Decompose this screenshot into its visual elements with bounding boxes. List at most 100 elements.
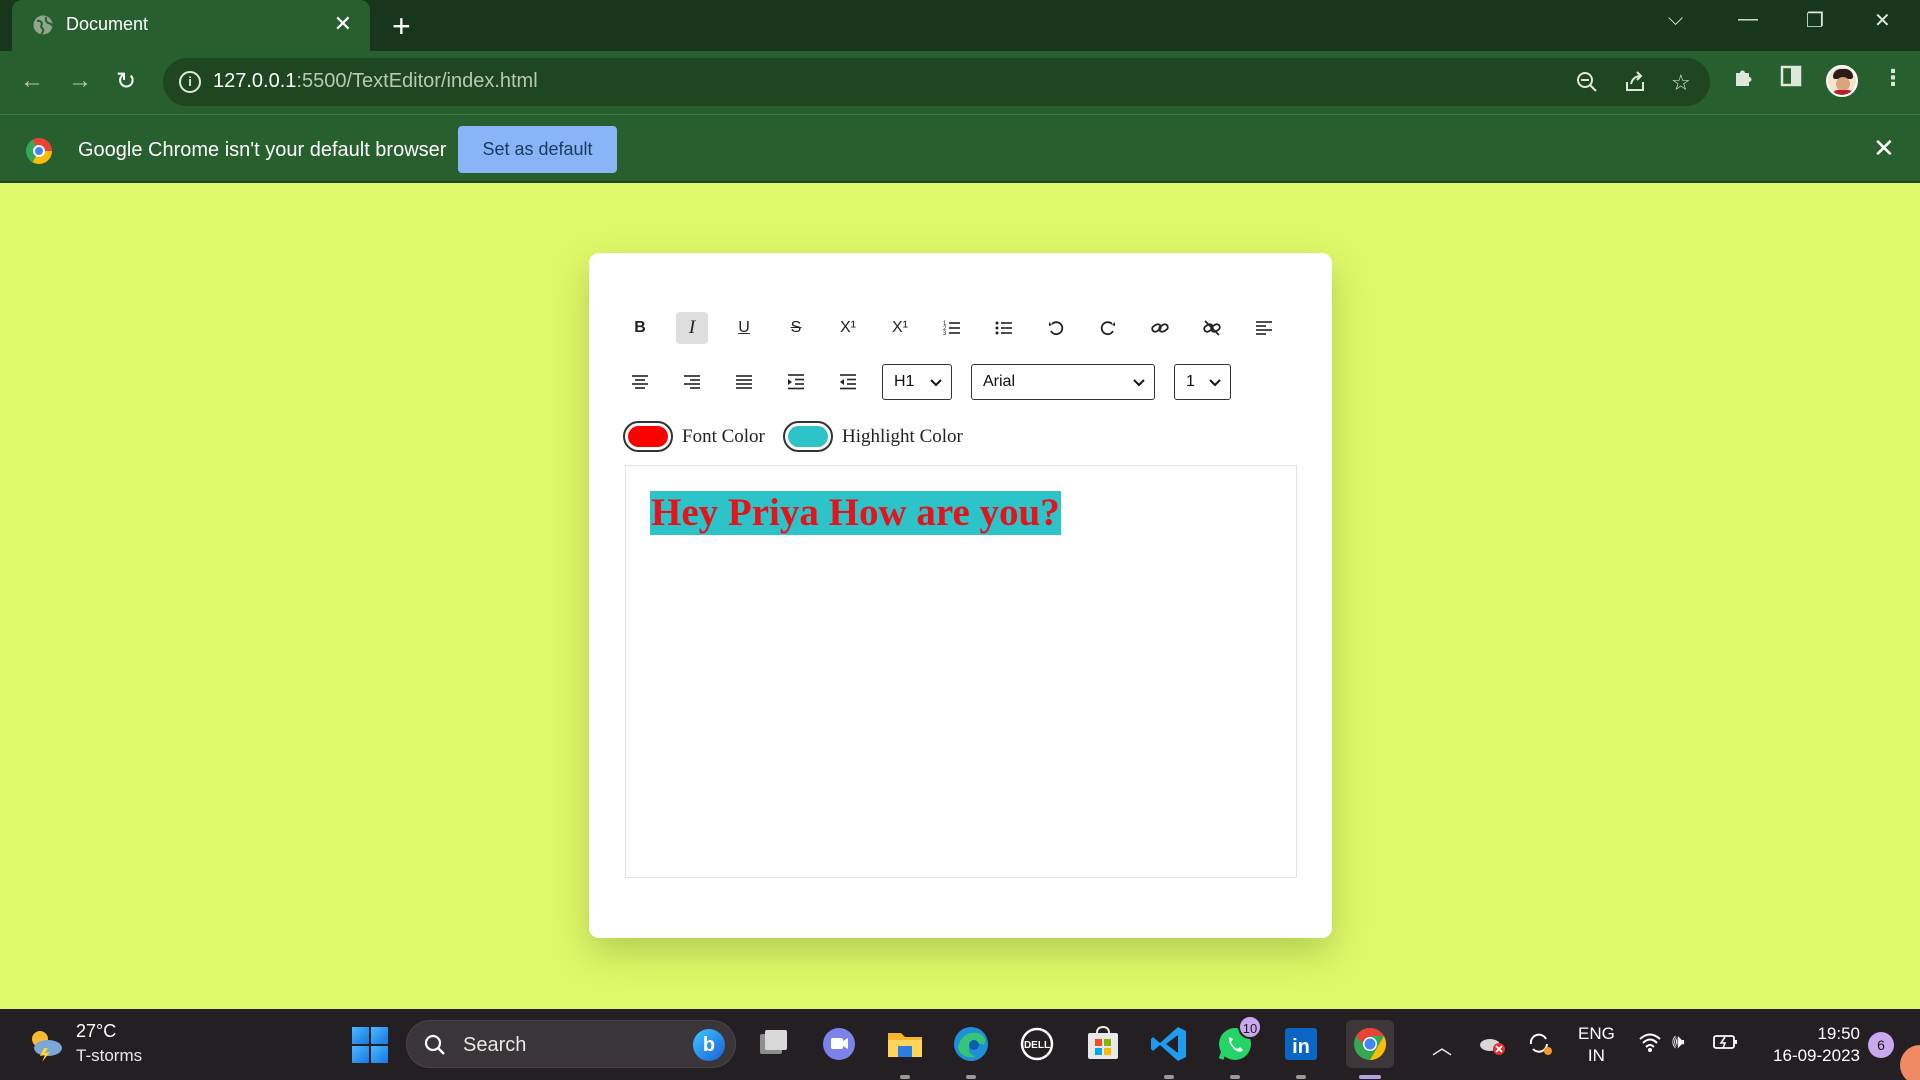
highlight-color-picker[interactable] bbox=[783, 421, 833, 452]
font-family-select-value: Arial bbox=[983, 373, 1016, 390]
svg-text:DELL: DELL bbox=[1024, 1040, 1050, 1051]
dell-icon[interactable]: DELL bbox=[1016, 1023, 1058, 1065]
font-size-select[interactable]: 1 bbox=[1174, 364, 1231, 400]
strikethrough-icon: S bbox=[790, 319, 802, 336]
onedrive-error-icon[interactable] bbox=[1478, 1031, 1506, 1057]
bold-button[interactable]: B bbox=[624, 312, 656, 344]
close-window-icon[interactable]: ✕ bbox=[1874, 8, 1891, 33]
side-panel-icon[interactable] bbox=[1780, 65, 1802, 87]
share-icon[interactable] bbox=[1623, 70, 1647, 94]
weather-description: T-storms bbox=[76, 1046, 143, 1065]
site-info-icon[interactable]: i bbox=[179, 71, 201, 93]
microsoft-store-icon[interactable] bbox=[1082, 1023, 1124, 1065]
unlink-button[interactable] bbox=[1196, 312, 1228, 344]
chevron-down-icon bbox=[1133, 379, 1145, 387]
indent-icon bbox=[788, 374, 804, 390]
align-left-button[interactable] bbox=[1248, 312, 1280, 344]
align-right-button[interactable] bbox=[676, 366, 708, 398]
redo-icon bbox=[1100, 321, 1115, 336]
underline-button[interactable]: U bbox=[728, 312, 760, 344]
editor-content-area[interactable]: Hey Priya How are you? bbox=[625, 465, 1297, 878]
show-hidden-icons-chevron[interactable]: ︿ bbox=[1432, 1031, 1452, 1060]
clock-time: 19:50 bbox=[1817, 1024, 1860, 1043]
outdent-button[interactable] bbox=[832, 366, 864, 398]
ordered-list-icon: 123 bbox=[943, 321, 960, 337]
browser-tab[interactable]: Document ✕ bbox=[12, 0, 370, 51]
superscript-button[interactable]: X¹ bbox=[832, 312, 864, 344]
task-view-icon[interactable] bbox=[752, 1023, 794, 1065]
new-tab-icon[interactable]: + bbox=[392, 8, 411, 45]
set-as-default-button[interactable]: Set as default bbox=[458, 126, 617, 173]
text-editor-card: B I U S X¹ X¹ 123 H1 Arial 1 Font Color … bbox=[589, 253, 1332, 938]
underline-icon: U bbox=[738, 319, 750, 336]
wifi-icon[interactable] bbox=[1638, 1031, 1662, 1053]
chevron-down-icon bbox=[930, 379, 942, 387]
subscript-icon: X¹ bbox=[892, 319, 908, 336]
back-icon[interactable]: ← bbox=[20, 67, 44, 95]
tab-close-icon[interactable]: ✕ bbox=[334, 12, 352, 36]
content-heading[interactable]: Hey Priya How are you? bbox=[650, 491, 1061, 535]
whatsapp-icon[interactable]: 10 bbox=[1214, 1015, 1262, 1079]
outdent-icon bbox=[840, 374, 856, 390]
link-button[interactable] bbox=[1144, 312, 1176, 344]
language-indicator[interactable]: ENG IN bbox=[1578, 1023, 1615, 1067]
menu-kebab-icon[interactable]: ⋮ bbox=[1882, 65, 1904, 91]
subscript-button[interactable]: X¹ bbox=[884, 312, 916, 344]
heading-select[interactable]: H1 bbox=[882, 364, 952, 400]
redo-button[interactable] bbox=[1092, 312, 1124, 344]
font-color-picker[interactable] bbox=[623, 421, 673, 452]
ordered-list-button[interactable]: 123 bbox=[936, 312, 968, 344]
unordered-list-button[interactable] bbox=[988, 312, 1020, 344]
battery-icon[interactable] bbox=[1712, 1031, 1740, 1053]
forward-icon[interactable]: → bbox=[68, 67, 92, 95]
strikethrough-button[interactable]: S bbox=[780, 312, 812, 344]
copilot-corner-icon[interactable] bbox=[1900, 1045, 1920, 1080]
file-explorer-icon[interactable] bbox=[884, 1023, 926, 1079]
default-browser-infobar: Google Chrome isn't your default browser… bbox=[0, 114, 1920, 183]
extensions-icon[interactable] bbox=[1732, 65, 1756, 89]
system-clock[interactable]: 19:50 16-09-2023 bbox=[1750, 1023, 1860, 1067]
browser-toolbar: ← → ↻ i 127.0.0.1:5500/TextEditor/index.… bbox=[0, 51, 1920, 114]
align-left-icon bbox=[1256, 321, 1272, 335]
url-text: 127.0.0.1:5500/TextEditor/index.html bbox=[213, 70, 538, 92]
indent-button[interactable] bbox=[780, 366, 812, 398]
notification-count-badge[interactable]: 6 bbox=[1868, 1032, 1894, 1058]
vscode-icon[interactable] bbox=[1148, 1023, 1190, 1079]
chrome-logo-icon bbox=[26, 138, 52, 164]
bold-icon: B bbox=[634, 319, 646, 336]
reload-icon[interactable]: ↻ bbox=[116, 67, 136, 96]
thunderstorm-weather-icon[interactable] bbox=[26, 1026, 64, 1062]
address-bar[interactable]: i 127.0.0.1:5500/TextEditor/index.html ☆ bbox=[163, 58, 1710, 106]
svg-text:3: 3 bbox=[943, 331, 947, 337]
profile-avatar[interactable] bbox=[1826, 65, 1858, 97]
restore-icon[interactable]: ❐ bbox=[1806, 8, 1824, 33]
infobar-close-icon[interactable]: ✕ bbox=[1873, 133, 1895, 164]
zoom-out-icon[interactable] bbox=[1575, 70, 1599, 94]
windows-taskbar: 27°C T-storms Search b DELL 10 in ︿ ENG … bbox=[0, 1009, 1920, 1080]
weather-temperature: 27°C bbox=[76, 1021, 117, 1041]
justify-button[interactable] bbox=[728, 366, 760, 398]
font-family-select[interactable]: Arial bbox=[971, 364, 1155, 400]
linkedin-icon[interactable]: in bbox=[1280, 1023, 1322, 1079]
windows-start-icon[interactable] bbox=[352, 1027, 388, 1063]
chrome-taskbar-icon[interactable] bbox=[1346, 1020, 1394, 1079]
justify-icon bbox=[736, 375, 752, 389]
edge-browser-icon[interactable] bbox=[950, 1023, 992, 1079]
bookmark-star-icon[interactable]: ☆ bbox=[1671, 70, 1691, 96]
minimize-icon[interactable]: — bbox=[1738, 8, 1758, 31]
align-center-icon bbox=[632, 375, 648, 389]
bing-icon[interactable]: b bbox=[693, 1029, 725, 1061]
volume-icon[interactable]: 🕪 bbox=[1672, 1031, 1685, 1054]
tab-title: Document bbox=[66, 14, 149, 34]
svg-text:in: in bbox=[1292, 1036, 1310, 1058]
taskbar-search-box[interactable]: Search b bbox=[406, 1020, 736, 1068]
italic-button[interactable]: I bbox=[676, 312, 708, 344]
chevron-down-icon bbox=[1209, 379, 1221, 387]
tab-search-icon[interactable]: ⌵ bbox=[1668, 8, 1683, 31]
teams-chat-icon[interactable] bbox=[818, 1023, 860, 1065]
undo-button[interactable] bbox=[1040, 312, 1072, 344]
taskbar-search-label: Search bbox=[463, 1034, 527, 1056]
align-center-button[interactable] bbox=[624, 366, 656, 398]
undo-icon bbox=[1049, 321, 1064, 336]
sync-icon[interactable] bbox=[1526, 1031, 1554, 1057]
